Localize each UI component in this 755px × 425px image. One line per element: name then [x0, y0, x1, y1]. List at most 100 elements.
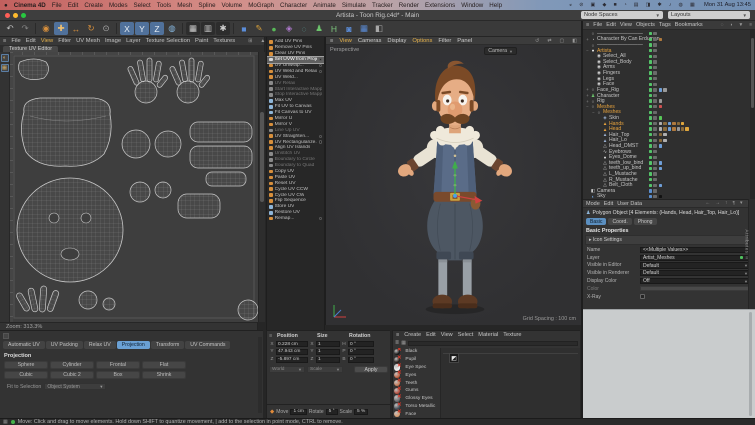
layer-field[interactable]: Artist_Meshes≡ — [640, 255, 751, 261]
quantize-move-field[interactable]: 1 cm — [290, 409, 306, 415]
object-manager-scrollbar[interactable] — [750, 30, 755, 199]
layer-color-chip[interactable] — [649, 184, 652, 187]
menubar-item[interactable]: Spline — [198, 2, 215, 9]
layer-color-chip[interactable] — [649, 71, 652, 74]
layer-color-chip[interactable] — [649, 88, 652, 91]
options-dot-icon[interactable] — [319, 140, 322, 143]
volume-icon[interactable]: H — [327, 22, 341, 35]
coordinate-system-icon[interactable]: ◍ — [165, 22, 179, 35]
visibility-dot[interactable] — [653, 116, 656, 119]
am-menu-item[interactable]: Edit — [604, 201, 613, 207]
visibility-dot[interactable] — [653, 127, 656, 130]
om-corner-icon[interactable]: ≡ — [749, 23, 752, 28]
visibility-dot[interactable] — [653, 150, 656, 153]
uv-mode-tab[interactable]: UV Packing — [46, 341, 83, 349]
render-settings-icon[interactable]: ✱ — [216, 22, 230, 35]
menubar-item[interactable]: Create — [84, 2, 103, 9]
visibility-dot[interactable] — [653, 189, 656, 192]
menubar-item[interactable]: Volume — [222, 2, 243, 9]
attribute-dropdown[interactable]: Default▼ — [640, 262, 751, 268]
visibility-dot[interactable] — [653, 83, 656, 86]
menubar-status-icon[interactable]: ▣ — [591, 2, 596, 8]
projection-button[interactable]: Box — [96, 371, 140, 379]
rotation-field[interactable]: 0 ° — [348, 341, 374, 347]
apply-button[interactable]: Apply — [354, 366, 388, 373]
tag-icon[interactable] — [672, 127, 675, 130]
material-item[interactable]: ✕Face — [393, 410, 440, 418]
apple-menu-icon[interactable]: ● — [4, 2, 8, 9]
tag-icon[interactable] — [681, 127, 684, 130]
material-tool-icon[interactable]: ≣ — [395, 340, 399, 346]
object-system-dropdown[interactable]: Object System▼ — [44, 383, 106, 390]
tag-icon[interactable] — [659, 139, 662, 142]
tag-icon[interactable] — [663, 133, 666, 136]
layer-color-chip[interactable] — [649, 144, 652, 147]
projection-scrollbar[interactable] — [258, 337, 262, 413]
layer-color-chip[interactable] — [649, 105, 652, 108]
visibility-dot[interactable] — [653, 94, 656, 97]
layer-color-chip[interactable] — [649, 127, 652, 130]
menubar-item[interactable]: Character — [280, 2, 307, 9]
uv-menu-item[interactable]: Image — [105, 38, 121, 44]
visibility-dot[interactable] — [653, 139, 656, 142]
tag-icon[interactable] — [663, 88, 666, 91]
layer-color-chip[interactable] — [649, 161, 652, 164]
uv-mode-tab[interactable]: Projection — [117, 341, 150, 349]
tag-icon[interactable] — [659, 133, 662, 136]
material-menu-item[interactable]: Edit — [426, 332, 436, 338]
size-field[interactable]: 1 — [316, 349, 340, 355]
visibility-dot[interactable] — [653, 111, 656, 114]
tag-icon[interactable] — [659, 38, 662, 41]
pen-spline-icon[interactable]: ✎ — [252, 22, 266, 35]
tag-icon[interactable] — [681, 122, 684, 125]
position-field[interactable]: 47.943 cm — [276, 349, 308, 355]
titlebar-dropdown[interactable]: Node Spaces▼ — [581, 11, 663, 19]
options-dot-icon[interactable] — [319, 135, 322, 138]
viewport-menu-item[interactable]: Filter — [438, 38, 451, 44]
uv-menu-item[interactable]: UV Mesh — [76, 38, 100, 44]
subdivision-surface-icon[interactable]: ● — [267, 22, 281, 35]
viewport-corner-icon[interactable]: ⇄ — [547, 38, 551, 44]
deformer-icon[interactable]: ◈ — [282, 22, 296, 35]
layer-color-chip[interactable] — [649, 94, 652, 97]
tag-icon[interactable] — [659, 99, 662, 102]
am-menu-item[interactable]: User Data — [617, 201, 642, 207]
layer-color-chip[interactable] — [649, 111, 652, 114]
axis-y-lock-icon[interactable]: Y — [135, 22, 149, 35]
visibility-dot[interactable] — [653, 122, 656, 125]
viewport-menu-item[interactable]: Options — [412, 38, 432, 44]
menubar-status-icon[interactable]: ■ — [613, 2, 616, 8]
menubar-item[interactable]: Help — [489, 2, 502, 9]
scale-tool-icon[interactable]: ↔ — [69, 22, 83, 35]
uv-corner-icon[interactable]: ▲ — [260, 38, 265, 44]
layer-color-chip[interactable] — [649, 122, 652, 125]
attribute-dropdown[interactable]: Off▼ — [640, 278, 751, 284]
options-dot-icon[interactable] — [319, 64, 322, 67]
tag-icon[interactable] — [672, 122, 675, 125]
projection-button[interactable]: Flat — [142, 361, 186, 369]
om-corner-icon[interactable]: ◑ — [730, 23, 733, 28]
dock-scrollbar[interactable] — [749, 312, 752, 416]
uv-mode-tab[interactable]: UV Commands — [185, 341, 230, 349]
layer-color-chip[interactable] — [649, 156, 652, 159]
visibility-dot[interactable] — [653, 88, 656, 91]
layer-color-chip[interactable] — [649, 77, 652, 80]
tag-icon[interactable] — [668, 122, 671, 125]
om-menu-item[interactable]: Objects — [636, 22, 655, 28]
layer-color-chip[interactable] — [649, 133, 652, 136]
am-corner-icon[interactable]: ▾ — [740, 201, 742, 206]
uv-menu-item[interactable]: Edit — [26, 38, 36, 44]
uv-command-item[interactable]: UV Weld and Relax... — [267, 68, 324, 74]
layer-color-chip[interactable] — [649, 66, 652, 69]
visibility-dot[interactable] — [653, 99, 656, 102]
undo-icon[interactable]: ↶ — [3, 22, 17, 35]
om-menu-item[interactable]: Tags — [659, 22, 671, 28]
visibility-dot[interactable] — [653, 144, 656, 147]
icon-settings-group[interactable]: ▸ Icon Settings — [585, 235, 753, 245]
om-menu-item[interactable]: View — [620, 22, 632, 28]
material-filter-field[interactable] — [408, 341, 578, 346]
layer-color-chip[interactable] — [649, 116, 652, 119]
layer-color-chip[interactable] — [649, 172, 652, 175]
options-dot-icon[interactable] — [319, 217, 322, 220]
material-menu-item[interactable]: Material — [478, 332, 498, 338]
